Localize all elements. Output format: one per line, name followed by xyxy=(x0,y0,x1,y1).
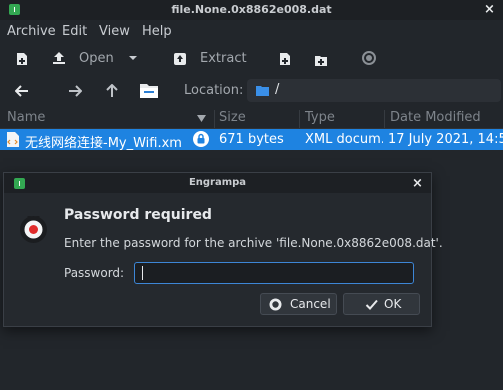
extract-icon[interactable] xyxy=(173,52,187,66)
ok-button[interactable]: OK xyxy=(343,293,420,315)
table-row[interactable]: 无线网络连接-My_Wifi.xml 671 bytes XML docum..… xyxy=(0,129,503,151)
text-cursor xyxy=(142,266,143,280)
xml-file-icon xyxy=(7,132,19,147)
open-button[interactable]: Open xyxy=(79,51,114,66)
location-label: Location: xyxy=(184,83,244,98)
add-files-icon[interactable] xyxy=(278,52,292,66)
window-title: file.None.0x8862e008.dat xyxy=(171,3,332,16)
lock-icon xyxy=(193,131,209,147)
password-input[interactable] xyxy=(134,262,414,284)
file-date-modified: 17 July 2021, 14:55 xyxy=(388,132,503,147)
checkmark-icon xyxy=(365,299,378,310)
up-arrow-icon[interactable] xyxy=(105,84,119,98)
menu-edit[interactable]: Edit xyxy=(62,24,87,39)
forward-arrow-icon[interactable] xyxy=(68,84,82,98)
cancel-label: Cancel xyxy=(290,297,331,311)
location-field[interactable]: / xyxy=(247,79,501,102)
menu-archive[interactable]: Archive xyxy=(7,24,56,39)
password-dialog: Engrampa × Password required Enter the p… xyxy=(3,172,443,327)
dialog-titlebar: Engrampa × xyxy=(4,173,431,193)
window-close-icon[interactable]: × xyxy=(484,3,495,16)
file-list-header: Name Size Type Date Modified xyxy=(0,110,503,129)
dialog-message: Enter the password for the archive 'file… xyxy=(64,236,443,250)
sort-descending-icon xyxy=(197,115,206,122)
password-lock-emblem-icon xyxy=(20,211,47,243)
menubar: Archive Edit View Help xyxy=(0,21,503,43)
dialog-heading: Password required xyxy=(64,207,212,223)
menu-view[interactable]: View xyxy=(99,24,130,39)
file-type: XML docum... xyxy=(305,132,383,147)
dialog-title: Engrampa xyxy=(188,177,247,188)
password-label: Password: xyxy=(64,266,125,280)
ok-label: OK xyxy=(384,297,402,311)
location-bar: Location: / xyxy=(0,76,503,106)
dialog-close-icon[interactable]: × xyxy=(412,177,423,190)
back-arrow-icon[interactable] xyxy=(15,84,29,98)
upload-open-icon[interactable] xyxy=(52,51,66,65)
column-separator xyxy=(299,110,300,128)
file-size: 671 bytes xyxy=(219,132,284,147)
new-archive-icon[interactable] xyxy=(15,52,29,66)
add-folder-icon[interactable] xyxy=(314,53,328,67)
column-separator xyxy=(384,110,385,128)
column-name[interactable]: Name xyxy=(7,110,45,125)
location-path: / xyxy=(275,82,280,97)
folder-icon xyxy=(256,86,269,96)
window-titlebar: file.None.0x8862e008.dat × xyxy=(0,0,503,20)
extract-button[interactable]: Extract xyxy=(200,51,247,66)
home-folder-icon[interactable] xyxy=(139,81,159,99)
toolbar: Open Extract xyxy=(0,44,503,74)
cancel-icon xyxy=(269,298,282,311)
column-size[interactable]: Size xyxy=(219,110,246,125)
stop-icon[interactable] xyxy=(362,51,376,65)
open-dropdown-arrow-icon[interactable] xyxy=(128,54,138,62)
cancel-button[interactable]: Cancel xyxy=(260,293,337,315)
column-separator xyxy=(214,110,215,128)
menu-help[interactable]: Help xyxy=(142,24,172,39)
column-date-modified[interactable]: Date Modified xyxy=(390,110,481,125)
file-name: 无线网络连接-My_Wifi.xml xyxy=(25,136,183,151)
column-type[interactable]: Type xyxy=(305,110,335,125)
